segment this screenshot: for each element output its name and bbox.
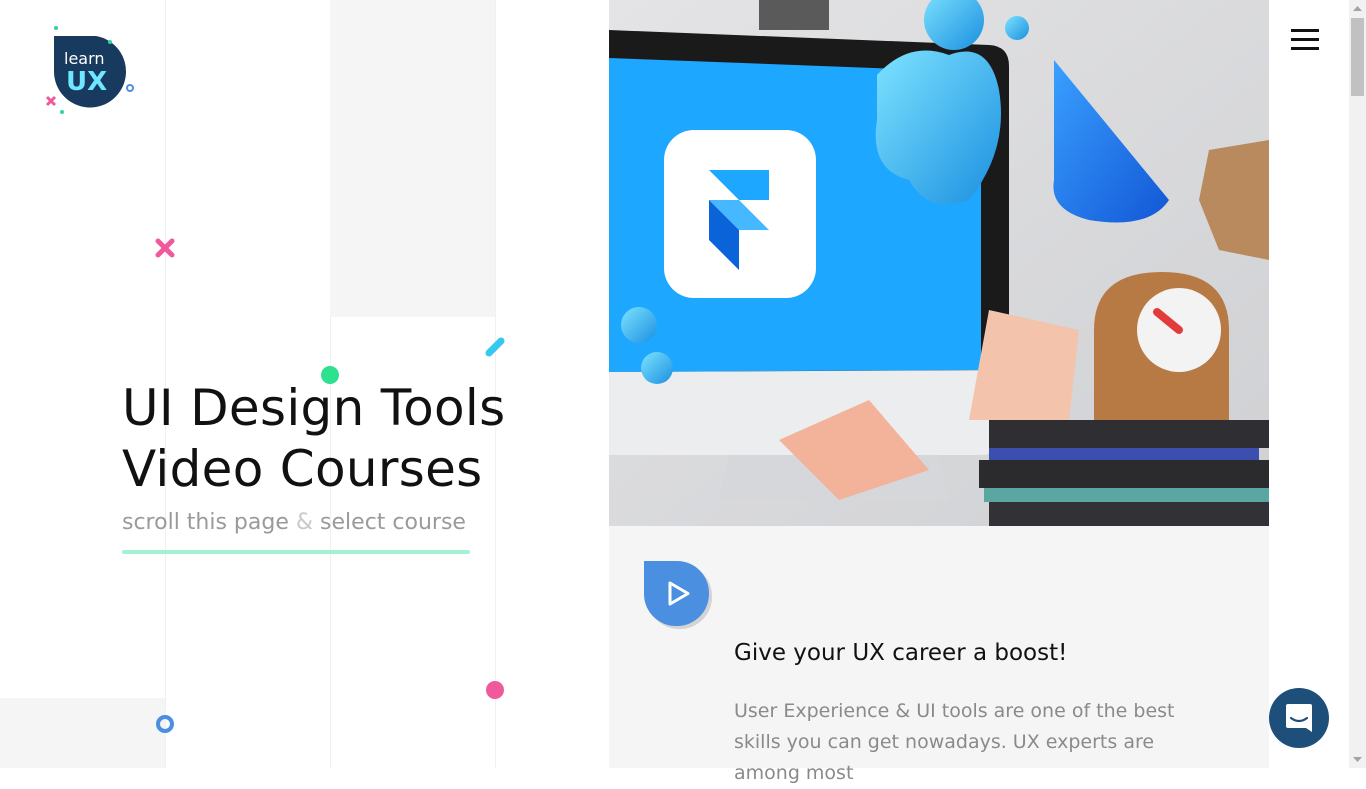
play-icon bbox=[668, 581, 690, 606]
subtitle-part2: select course bbox=[320, 510, 466, 535]
subtitle-part1: scroll this page bbox=[122, 510, 289, 535]
scroll-down-arrow-icon[interactable] bbox=[1349, 751, 1366, 768]
blue-ring-icon bbox=[156, 715, 174, 733]
page-scrollbar[interactable] bbox=[1349, 0, 1366, 768]
hero-image bbox=[609, 0, 1269, 526]
logo-text-ux: UX bbox=[66, 67, 107, 97]
hamburger-menu-button[interactable] bbox=[1288, 27, 1322, 53]
page-title: UI Design Tools Video Courses bbox=[122, 378, 505, 500]
learnux-logo[interactable]: learn UX bbox=[44, 24, 140, 120]
play-video-button[interactable] bbox=[644, 561, 709, 626]
chat-icon bbox=[1286, 704, 1312, 732]
page-title-line2: Video Courses bbox=[122, 440, 483, 498]
card-description: User Experience & UI tools are one of th… bbox=[734, 700, 1175, 784]
pink-x-icon bbox=[155, 238, 175, 258]
chat-launcher-button[interactable] bbox=[1269, 688, 1329, 748]
blue-pill-icon bbox=[485, 337, 505, 357]
subtitle-underline bbox=[122, 550, 470, 554]
course-intro-card: Give your UX career a boost! User Experi… bbox=[609, 526, 1269, 784]
pink-dot-icon bbox=[486, 681, 504, 699]
logo-text-learn: learn bbox=[64, 49, 105, 68]
scroll-up-arrow-icon[interactable] bbox=[1349, 0, 1366, 17]
card-title: Give your UX career a boost! bbox=[734, 640, 1068, 666]
scrollbar-thumb[interactable] bbox=[1351, 18, 1364, 96]
decor-block bbox=[330, 0, 495, 317]
decor-block bbox=[0, 698, 165, 768]
subtitle-amp: & bbox=[295, 510, 314, 535]
page-title-line1: UI Design Tools bbox=[122, 379, 506, 437]
page-subtitle: scroll this page & select course bbox=[122, 510, 466, 535]
